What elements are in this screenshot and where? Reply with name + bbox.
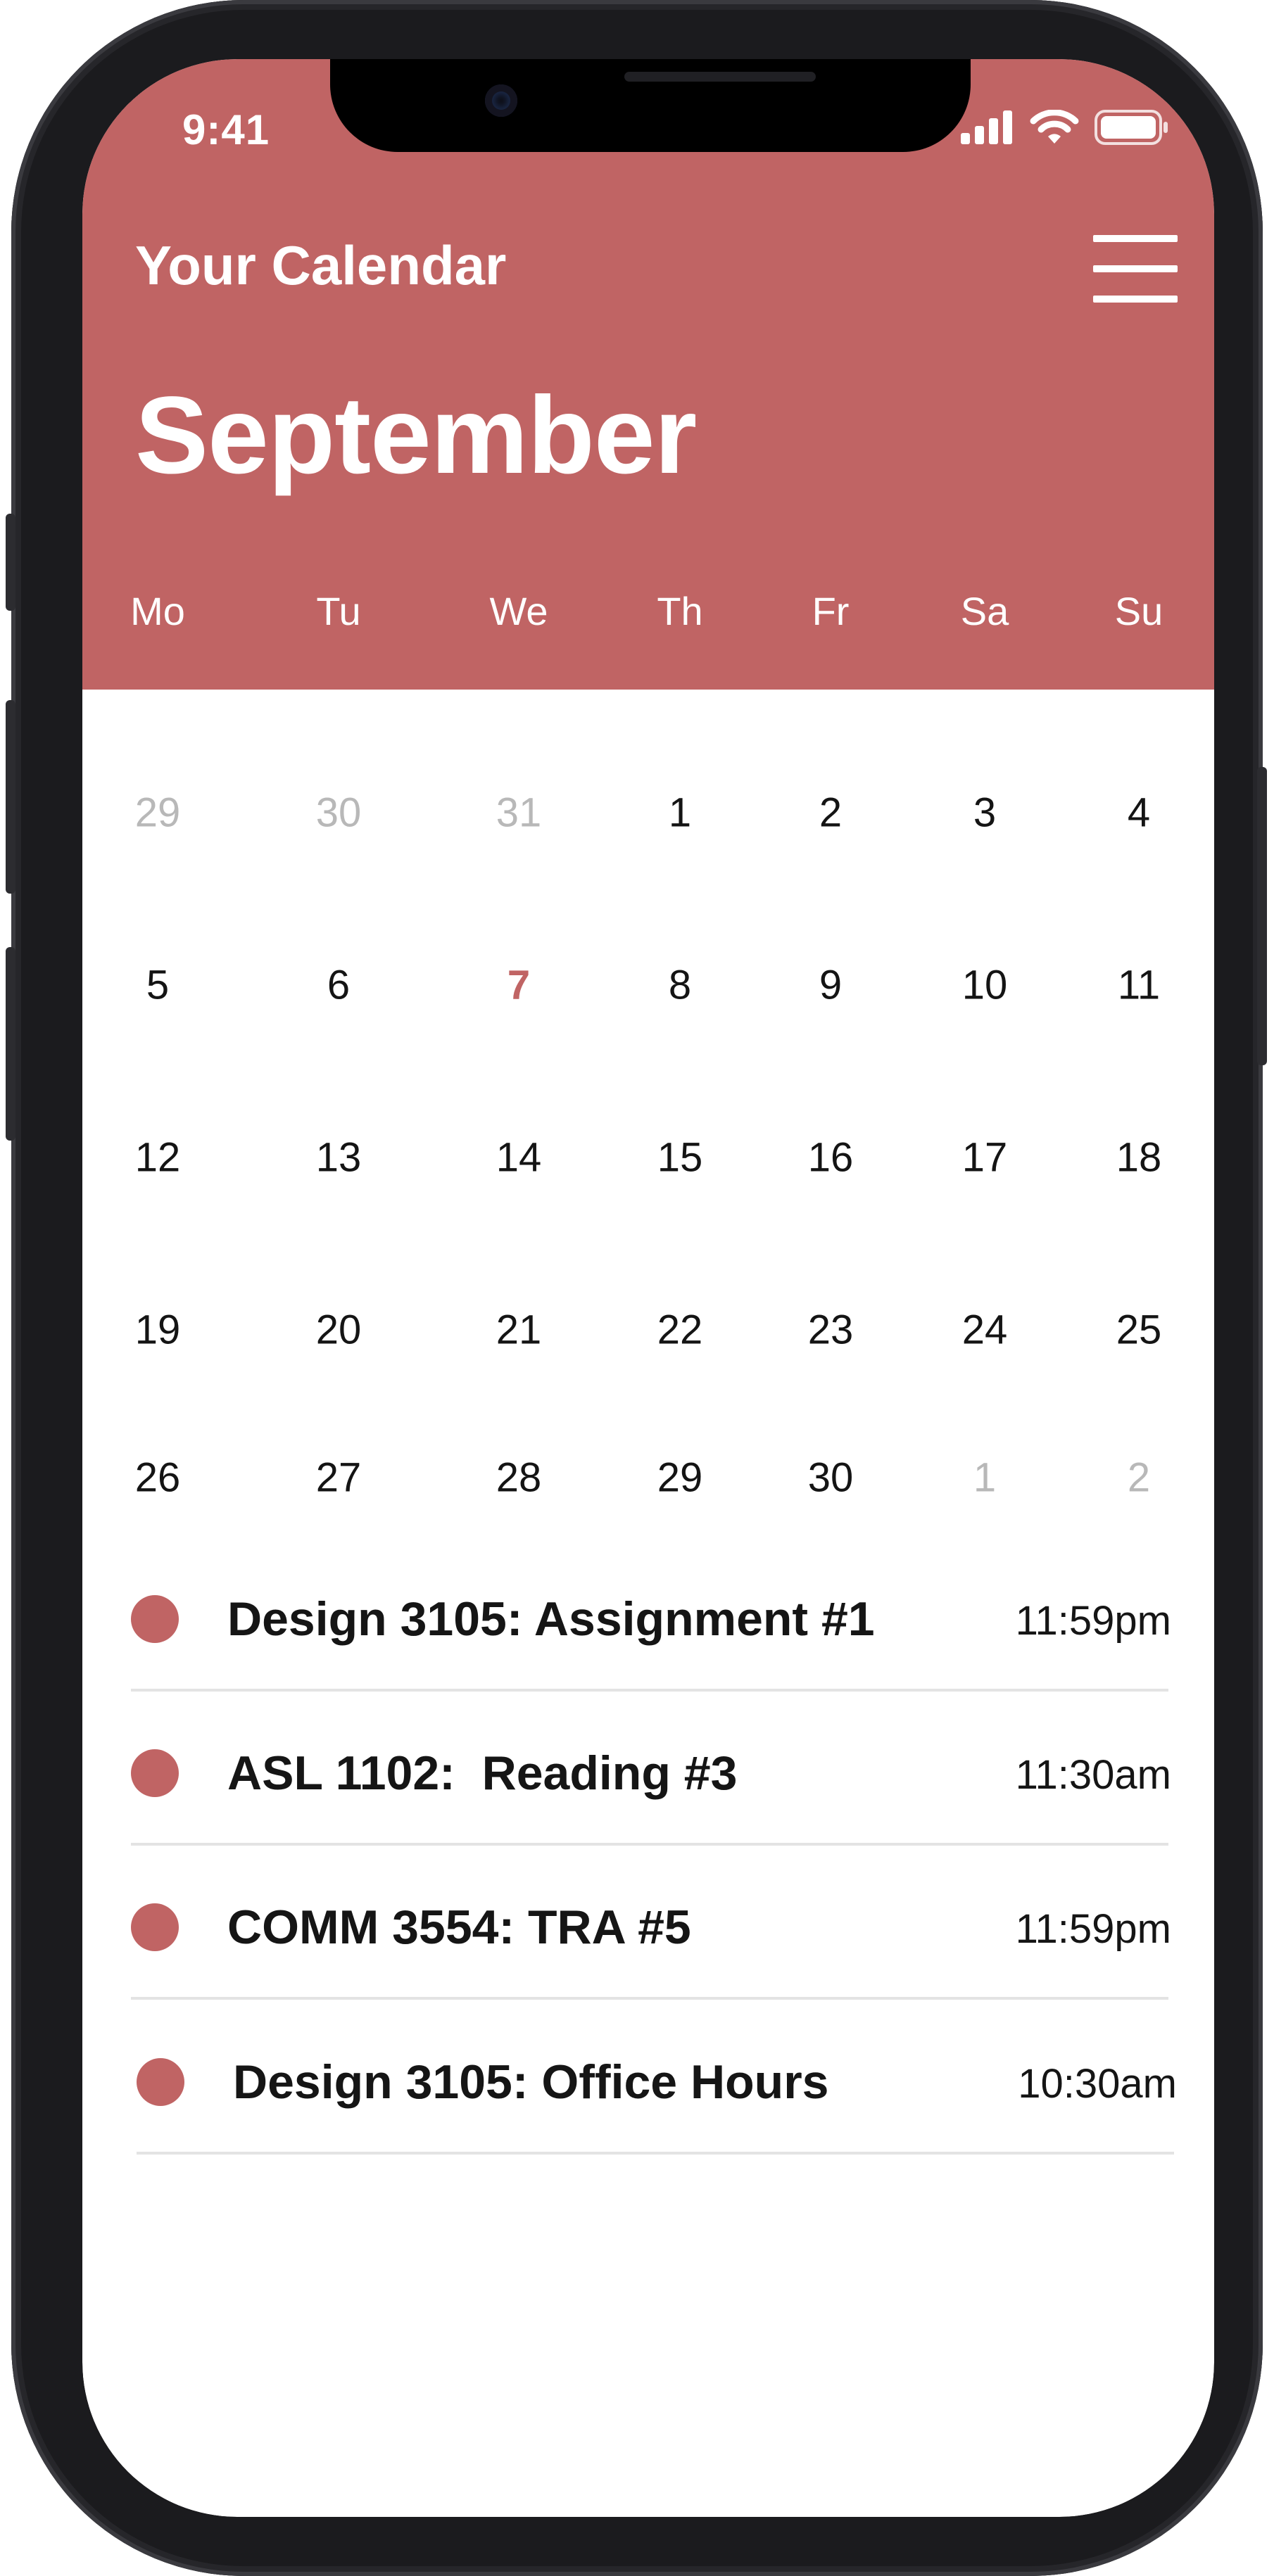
event-title: Design 3105: Office Hours — [233, 2055, 829, 2109]
weekday-label: Th — [657, 589, 703, 633]
event-dot — [131, 1749, 179, 1797]
calendar-day[interactable]: 10 — [962, 962, 1008, 1009]
calendar-day[interactable]: 9 — [819, 962, 842, 1009]
calendar-day[interactable]: 11 — [1118, 962, 1160, 1009]
calendar-day[interactable]: 30 — [316, 789, 362, 837]
calendar-day[interactable]: 1 — [973, 1454, 996, 1502]
event-divider — [131, 1997, 1168, 2000]
wifi-icon — [1030, 110, 1079, 144]
calendar-header: 9:41 Your Calendar September Mo Tu We Th… — [82, 59, 1214, 690]
camera-icon — [485, 84, 517, 117]
side-button-volume-down — [6, 947, 15, 1141]
signal-icon — [961, 110, 1012, 144]
event-item[interactable]: Design 3105: Assignment #1 11:59pm — [82, 1566, 1214, 1720]
event-dot — [137, 2058, 184, 2106]
calendar-day[interactable]: 25 — [1116, 1307, 1162, 1354]
calendar-day[interactable]: 20 — [316, 1307, 362, 1354]
calendar-day[interactable]: 18 — [1116, 1134, 1162, 1181]
notch — [330, 59, 971, 152]
event-divider — [137, 2152, 1174, 2155]
calendar-day[interactable]: 19 — [135, 1307, 181, 1354]
screen-content: 9:41 Your Calendar September Mo Tu We Th… — [82, 59, 1214, 2517]
event-time: 11:30am — [1015, 1752, 1171, 1798]
calendar-day[interactable]: 17 — [962, 1134, 1008, 1181]
event-divider — [131, 1689, 1168, 1692]
calendar-day[interactable]: 28 — [496, 1454, 542, 1502]
calendar-day[interactable]: 12 — [135, 1134, 181, 1181]
side-button-silent — [6, 514, 15, 611]
event-item[interactable]: ASL 1102: Reading #3 11:30am — [82, 1720, 1214, 1874]
weekday-label: We — [489, 589, 548, 633]
phone-screen: 9:41 Your Calendar September Mo Tu We Th… — [82, 59, 1214, 2517]
calendar-day[interactable]: 26 — [135, 1454, 181, 1502]
phone-frame: 9:41 Your Calendar September Mo Tu We Th… — [6, 0, 1267, 2576]
event-item[interactable]: COMM 3554: TRA #5 11:59pm — [82, 1874, 1214, 2028]
calendar-day[interactable]: 3 — [973, 789, 996, 837]
calendar-day[interactable]: 2 — [1128, 1454, 1150, 1502]
calendar-day[interactable]: 5 — [146, 962, 169, 1009]
event-time: 10:30am — [1018, 2061, 1177, 2107]
calendar-day[interactable]: 24 — [962, 1307, 1008, 1354]
event-title: COMM 3554: TRA #5 — [227, 1901, 691, 1954]
calendar-day[interactable]: 31 — [496, 789, 542, 837]
calendar-day[interactable]: 13 — [316, 1134, 362, 1181]
status-time: 9:41 — [182, 106, 270, 153]
event-title: ASL 1102: Reading #3 — [227, 1746, 738, 1800]
calendar-day[interactable]: 29 — [135, 789, 181, 837]
weekday-label: Su — [1114, 589, 1163, 633]
calendar-day[interactable]: 23 — [808, 1307, 854, 1354]
calendar-day[interactable]: 6 — [327, 962, 350, 1009]
calendar-day[interactable]: 2 — [819, 789, 842, 837]
weekday-label: Fr — [812, 589, 850, 633]
calendar-day[interactable]: 1 — [669, 789, 691, 837]
battery-icon — [1095, 110, 1168, 145]
weekday-label: Tu — [316, 589, 361, 633]
calendar-day[interactable]: 14 — [496, 1134, 542, 1181]
event-time: 11:59pm — [1015, 1598, 1171, 1644]
menu-button[interactable] — [1093, 235, 1178, 303]
calendar-day[interactable]: 15 — [657, 1134, 703, 1181]
calendar-day[interactable]: 16 — [808, 1134, 854, 1181]
weekday-label: Sa — [960, 589, 1009, 633]
calendar-day[interactable]: 30 — [808, 1454, 854, 1502]
app-title: Your Calendar — [135, 234, 507, 296]
side-button-volume-up — [6, 700, 15, 894]
calendar-day[interactable]: 4 — [1128, 789, 1150, 837]
month-title: September — [135, 374, 697, 497]
calendar-day-today[interactable]: 7 — [507, 962, 530, 1009]
side-button-power — [1257, 767, 1267, 1065]
speaker-grille — [624, 72, 816, 82]
event-time: 11:59pm — [1015, 1906, 1171, 1952]
calendar-day[interactable]: 21 — [496, 1307, 542, 1354]
calendar-day[interactable]: 27 — [316, 1454, 362, 1502]
event-dot — [131, 1903, 179, 1951]
status-icons — [961, 110, 1169, 145]
calendar-day[interactable]: 22 — [657, 1307, 703, 1354]
event-item[interactable]: Design 3105: Office Hours 10:30am — [82, 2029, 1214, 2183]
event-divider — [131, 1843, 1168, 1846]
calendar-day[interactable]: 8 — [669, 962, 691, 1009]
event-dot — [131, 1595, 179, 1643]
weekday-label: Mo — [130, 589, 185, 633]
calendar-day[interactable]: 29 — [657, 1454, 703, 1502]
event-title: Design 3105: Assignment #1 — [227, 1592, 875, 1646]
